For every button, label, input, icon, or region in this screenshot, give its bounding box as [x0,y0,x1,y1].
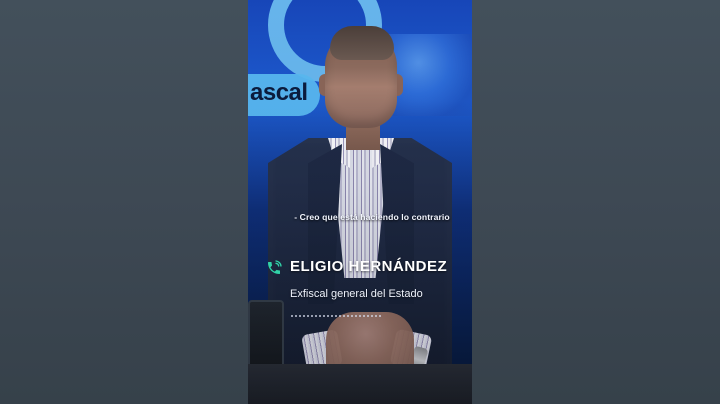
speaker-title: Exfiscal general del Estado [290,288,423,300]
video-frame[interactable]: ascal - Creo que está haciendo lo contra… [248,0,472,404]
left-background-panel [0,0,248,404]
subtitle-text: - Creo que está haciendo lo contrario [294,212,450,222]
right-background-panel [472,0,720,404]
phone-icon [266,260,282,276]
subtitle-container: - Creo que está haciendo lo contrario [284,212,460,222]
screen-stage: ascal - Creo que está haciendo lo contra… [0,0,720,404]
speaker-name: ELIGIO HERNÁNDEZ [290,258,448,275]
dotted-divider [290,315,383,317]
video-shade-overlay [248,0,472,404]
lower-third: ELIGIO HERNÁNDEZ Exfiscal general del Es… [266,258,464,328]
